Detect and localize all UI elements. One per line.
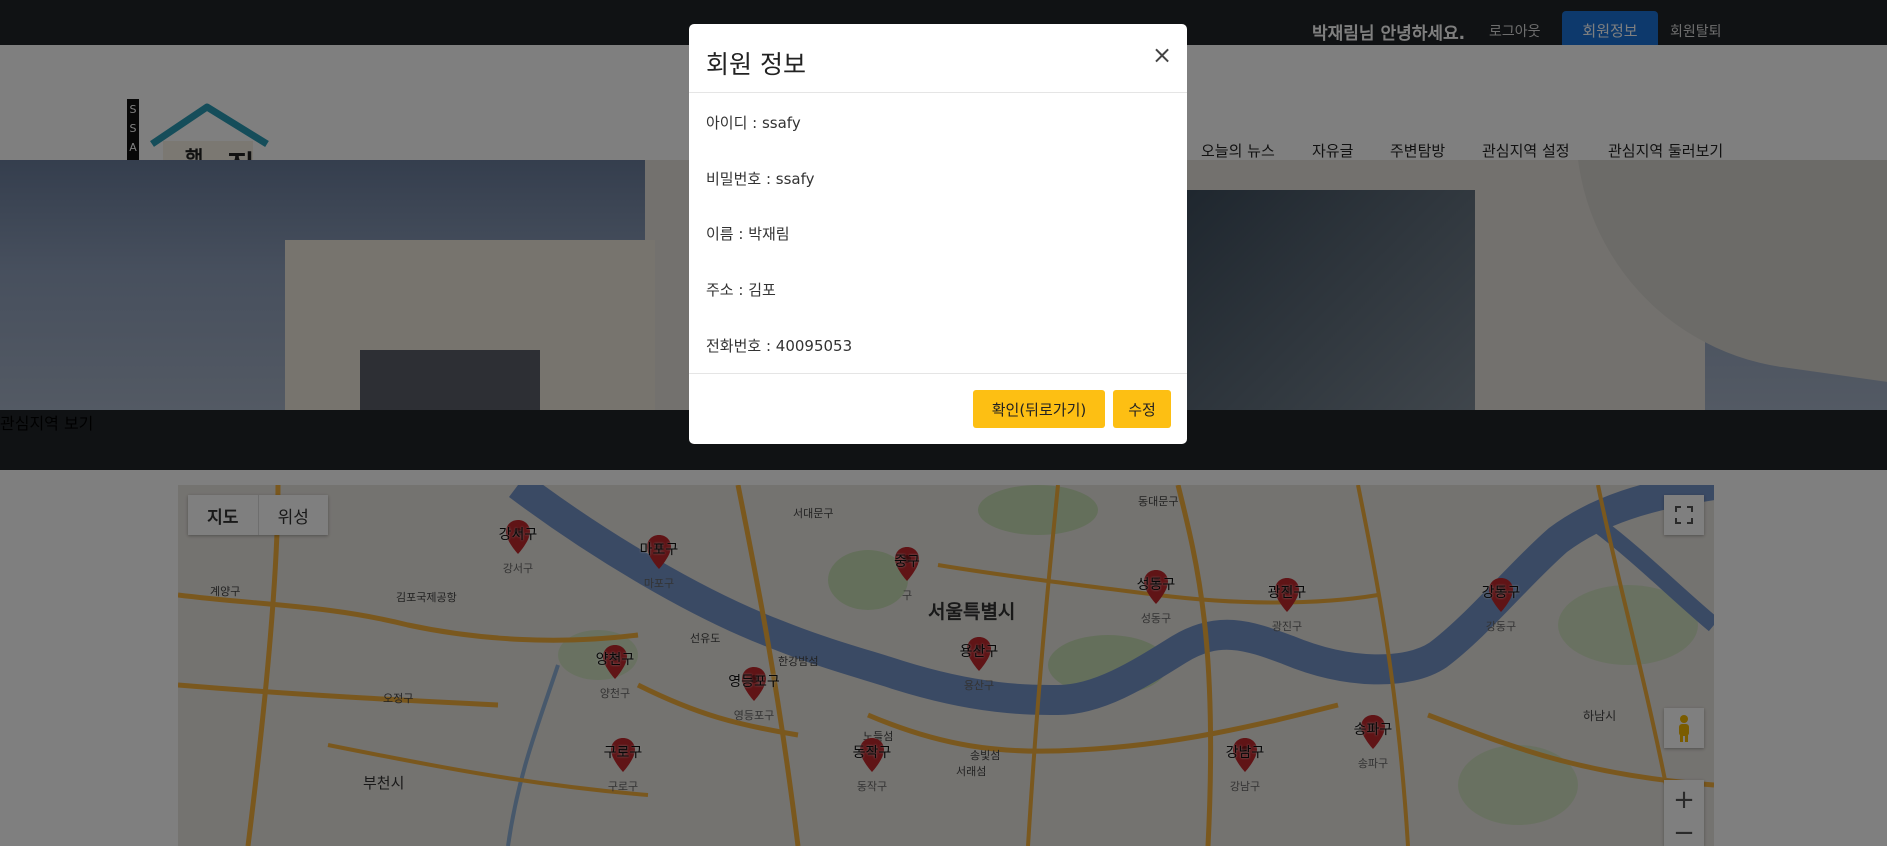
close-icon[interactable]: × bbox=[1152, 41, 1172, 69]
edit-button[interactable]: 수정 bbox=[1113, 390, 1171, 428]
member-info-modal: 회원 정보 × 아이디 : ssafy 비밀번호 : ssafy 이름 : 박재… bbox=[689, 24, 1187, 444]
confirm-back-button[interactable]: 확인(뒤로가기) bbox=[973, 390, 1105, 428]
modal-header: 회원 정보 × bbox=[689, 24, 1187, 93]
field-name: 이름 : 박재림 bbox=[706, 225, 790, 243]
field-phone: 전화번호 : 40095053 bbox=[706, 337, 853, 355]
field-address: 주소 : 김포 bbox=[706, 281, 776, 299]
modal-title: 회원 정보 bbox=[706, 50, 806, 79]
field-password: 비밀번호 : ssafy bbox=[706, 170, 815, 188]
field-id: 아이디 : ssafy bbox=[706, 114, 801, 132]
